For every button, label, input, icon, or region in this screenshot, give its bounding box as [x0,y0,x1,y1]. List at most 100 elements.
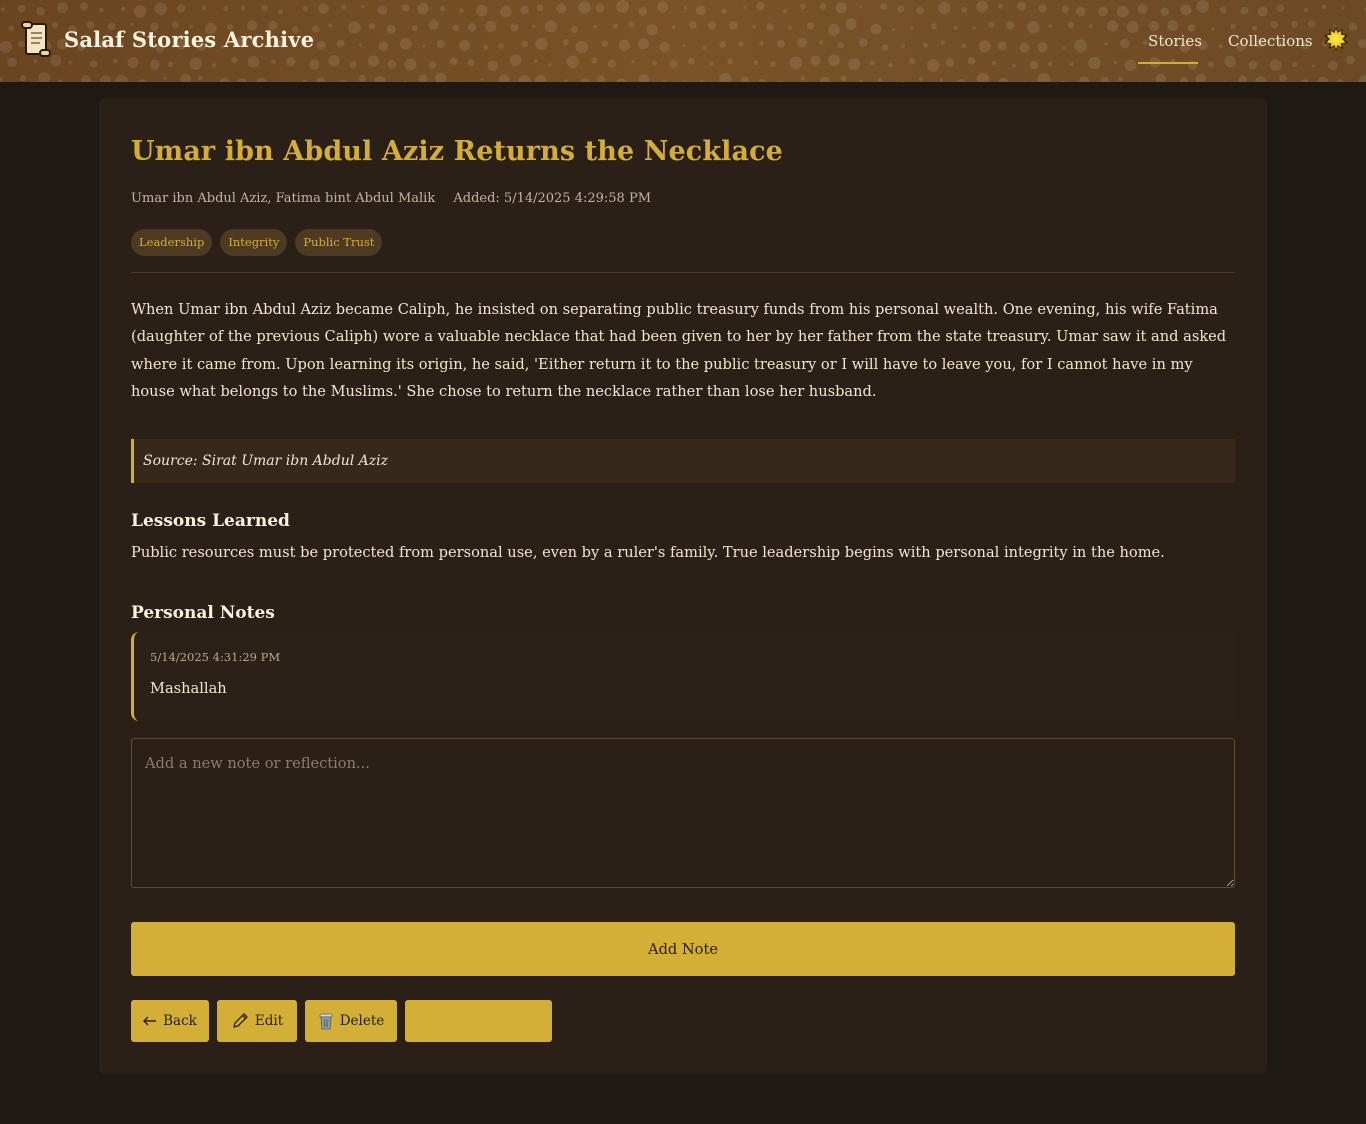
header-dot [1119,38,1130,49]
header-dot [682,80,687,82]
header-dot [657,1,669,13]
notes-heading: Personal Notes [131,603,275,623]
header-dot [418,74,428,82]
header-dot [1012,63,1016,68]
tag-integrity[interactable]: Integrity [220,229,288,256]
blank-action-button[interactable] [405,1000,552,1042]
header-dot [1358,75,1366,82]
header-dot [336,39,345,48]
header-dot [167,61,174,68]
header-dot [1100,76,1109,82]
story-title: Umar ibn Abdul Aziz Returns the Necklace [131,136,783,167]
header-dot [261,4,268,12]
header-dot [533,59,538,64]
header-dot [328,55,340,67]
header-dot [612,23,618,29]
header-dot [688,21,697,29]
header-dot [1124,59,1137,72]
edit-button[interactable]: Edit [217,1000,297,1042]
header-dot [566,55,580,69]
header-dot [683,6,688,10]
header-dot [637,38,649,50]
header-dot [638,6,648,16]
header-dot [738,41,744,47]
header-dot [828,54,840,67]
note-input[interactable] [131,738,1235,888]
header-dot [1069,62,1074,67]
header-dot [99,75,112,82]
header-dot [916,6,924,15]
note-text: Mashallah [150,680,227,697]
header-dot [439,5,446,12]
header-dot [19,74,27,82]
header-dot [601,40,608,47]
header-dot [521,40,529,48]
header-dot [1019,42,1030,53]
delete-button[interactable]: Delete [305,1000,397,1042]
header-dot [68,60,73,65]
header-dot [1027,21,1040,34]
header-dot [998,4,1003,9]
header-dot [1075,6,1086,17]
header-dot [403,81,408,82]
header-dot [378,41,389,52]
header-dot [1048,61,1053,66]
add-note-button[interactable]: Add Note [131,922,1235,976]
header-dot [897,5,905,13]
header-dot [99,7,104,13]
edit-label: Edit [254,1013,284,1029]
header-dot [607,59,616,68]
header-dot [1224,80,1228,82]
header-dot [500,5,512,18]
nav-stories[interactable]: Stories [1138,0,1204,82]
header-dot [961,43,967,49]
tag-public-trust[interactable]: Public Trust [295,229,383,256]
header-dot [459,81,464,82]
header-dot [1079,76,1090,82]
header-dot [1104,41,1108,46]
header-dot [1037,72,1051,82]
tag-leadership[interactable]: Leadership [131,229,213,256]
header-dot [580,78,591,82]
header-dot [972,26,976,30]
brand[interactable]: Salaf Stories Archive [20,20,314,58]
header-dot [556,3,567,14]
header-dot [33,59,38,64]
header-dot [548,63,552,67]
header-dot [1328,60,1338,71]
header-dot [721,8,727,14]
header-dot [377,5,388,15]
header-dot [271,59,276,65]
header-dot [368,23,375,30]
header-dot [806,22,815,30]
header-dot [38,72,51,82]
tag-list: Leadership Integrity Public Trust [131,229,390,256]
header-dot [729,20,738,30]
header-dot [564,79,568,82]
header-dot [740,76,749,82]
header-dot [211,63,217,68]
header-dot [1062,46,1066,50]
header-dot [616,0,630,13]
header-dot [79,2,88,11]
story-body: When Umar ibn Abdul Aziz became Caliph, … [131,301,1227,400]
header-dot [1106,20,1119,32]
back-label: Back [163,1013,197,1029]
header-dot [1006,21,1015,30]
header-dot [80,75,91,82]
story-people: Umar ibn Abdul Aziz, Fatima bint Abdul M… [131,191,436,206]
header-dot [57,2,68,14]
header-dot [1048,24,1053,28]
header-dot [518,75,532,82]
header-dot [759,40,764,46]
header-dot [358,74,366,82]
nav-collections[interactable]: Collections [1228,0,1313,82]
header-dot [818,40,824,45]
header-dot [1038,4,1047,13]
theme-toggle-button[interactable] [1324,27,1348,51]
header-dot [349,61,357,69]
header-dot [922,42,929,48]
header-dot [404,58,417,71]
back-button[interactable]: Back [131,1000,209,1042]
header-dot [743,5,747,9]
